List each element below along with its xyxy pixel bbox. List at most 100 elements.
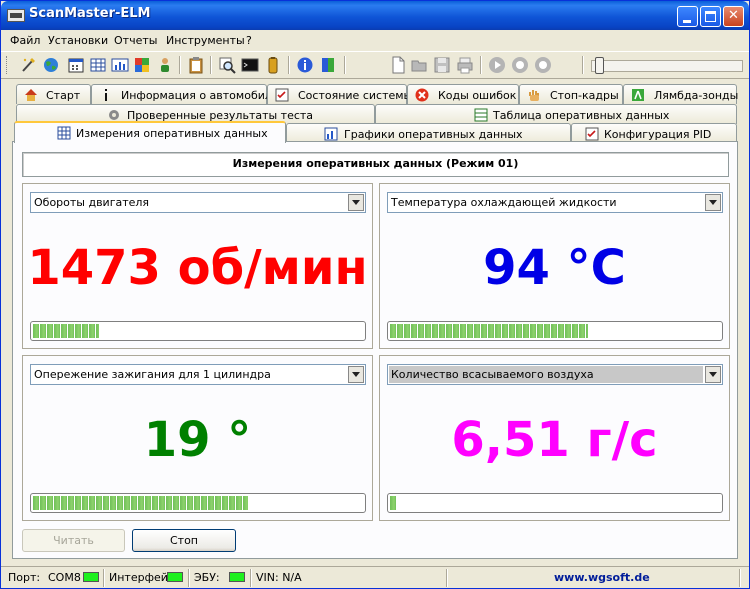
dictionary-icon[interactable] xyxy=(319,56,337,74)
tab-label: Лямбда-зонды xyxy=(654,89,739,102)
globe-icon[interactable] xyxy=(42,56,60,74)
pid-select[interactable]: Обороты двигателя xyxy=(30,192,366,213)
page-title: Измерения оперативных данных (Режим 01) xyxy=(22,152,729,177)
menu-tools[interactable]: Инструменты xyxy=(166,34,245,47)
tab-page-live-data: Измерения оперативных данных (Режим 01) … xyxy=(12,141,738,559)
save-icon[interactable] xyxy=(433,56,451,74)
tab-live-data-table[interactable]: Таблица оперативных данных xyxy=(375,104,737,124)
status-separator xyxy=(188,569,190,587)
tab-live-data-measurements[interactable]: Измерения оперативных данных xyxy=(14,121,286,143)
table-small-icon xyxy=(474,108,488,122)
new-file-icon[interactable] xyxy=(389,56,407,74)
port-label: Порт: xyxy=(8,571,41,584)
app-icon xyxy=(7,9,25,22)
window-title: ScanMaster-ELM xyxy=(29,6,151,21)
battery-icon[interactable] xyxy=(264,56,282,74)
status-separator xyxy=(446,569,448,587)
gauge-panel-timing: Опережение зажигания для 1 цилиндра 19 ° xyxy=(22,355,373,521)
tab-lambda-sensors[interactable]: Лямбда-зонды xyxy=(623,84,739,104)
ecu-status-led xyxy=(229,572,245,582)
chevron-down-icon[interactable] xyxy=(348,194,364,211)
pid-select-value: Обороты двигателя xyxy=(34,196,150,209)
gauge-value: 19 ° xyxy=(143,412,252,468)
tab-freeze-frames[interactable]: Стоп-кадры xyxy=(519,84,623,104)
toolbar-separator xyxy=(288,56,290,74)
terminal-icon[interactable] xyxy=(241,56,259,74)
chevron-down-icon[interactable] xyxy=(705,194,721,211)
website-link[interactable]: www.wgsoft.de xyxy=(554,571,650,584)
tab-label: Информация о автомобиле xyxy=(121,89,279,102)
close-button[interactable]: ✕ xyxy=(723,6,744,27)
toolbar-separator xyxy=(344,56,346,74)
speed-slider-thumb[interactable] xyxy=(595,57,604,74)
tab-label: Измерения оперативных данных xyxy=(76,127,268,140)
chevron-down-icon[interactable] xyxy=(705,366,721,383)
gauge-panel-maf: Количество всасываемого воздуха 6,51 г/с xyxy=(379,355,730,521)
status-bar: Порт: COM8 Интерфейс: ЭБУ: VIN: N/A www.… xyxy=(1,566,749,588)
chart-icon[interactable] xyxy=(111,56,129,74)
pid-select[interactable]: Опережение зажигания для 1 цилиндра xyxy=(30,364,366,385)
house-icon xyxy=(25,89,37,101)
calendar-icon[interactable] xyxy=(67,56,85,74)
tab-label: Конфигурация PID xyxy=(604,128,712,141)
maximize-button[interactable] xyxy=(700,6,721,27)
tab-label: Графики оперативных данных xyxy=(344,128,523,141)
gauge-level-fill xyxy=(390,324,588,338)
interface-status-led xyxy=(167,572,183,582)
flag-icon[interactable] xyxy=(133,56,151,74)
gauge-panel-coolant: Температура охлаждающей жидкости 94 °C xyxy=(379,183,730,349)
menu-help[interactable]: ? xyxy=(246,34,252,47)
error-icon xyxy=(415,88,429,102)
toolbar-separator xyxy=(582,56,584,74)
clipboard-icon[interactable] xyxy=(187,56,205,74)
gauge-level-bar xyxy=(387,493,723,513)
pause-icon[interactable] xyxy=(511,56,529,74)
gauge-value: 94 °C xyxy=(483,240,626,296)
menu-reports[interactable]: Отчеты xyxy=(114,34,157,47)
status-separator xyxy=(250,569,252,587)
pid-select[interactable]: Количество всасываемого воздуха xyxy=(387,364,723,385)
toolbar-separator xyxy=(179,56,181,74)
read-button[interactable]: Читать xyxy=(22,529,125,552)
wizard-icon[interactable] xyxy=(20,56,38,74)
open-folder-icon[interactable] xyxy=(411,56,429,74)
menu-file[interactable]: Файл xyxy=(10,34,40,47)
tab-pid-config[interactable]: Конфигурация PID xyxy=(571,123,737,143)
pid-select-value: Температура охлаждающей жидкости xyxy=(391,196,617,209)
info-icon[interactable] xyxy=(296,56,314,74)
stop-icon[interactable] xyxy=(534,56,552,74)
play-icon[interactable] xyxy=(488,56,506,74)
gauge-level-fill xyxy=(33,324,99,338)
pid-select[interactable]: Температура охлаждающей жидкости xyxy=(387,192,723,213)
table-icon[interactable] xyxy=(89,56,107,74)
person-icon[interactable] xyxy=(156,56,174,74)
magnifier-icon[interactable] xyxy=(218,56,236,74)
gear-icon xyxy=(109,110,119,120)
tab-label: Старт xyxy=(46,89,81,102)
tab-label: Таблица оперативных данных xyxy=(493,109,670,122)
minimize-icon xyxy=(683,20,691,23)
toolbar-grip[interactable] xyxy=(6,56,9,74)
app-window: ScanMaster-ELM ✕ Файл Установки Отчеты И… xyxy=(0,0,750,589)
chevron-down-icon[interactable] xyxy=(348,366,364,383)
gauge-level-bar xyxy=(387,321,723,341)
pid-select-value: Количество всасываемого воздуха xyxy=(389,366,703,383)
gauge-level-bar xyxy=(30,321,366,341)
print-icon[interactable] xyxy=(456,56,474,74)
menu-settings[interactable]: Установки xyxy=(48,34,108,47)
title-bar[interactable]: ScanMaster-ELM ✕ xyxy=(1,1,749,30)
gauge-level-fill xyxy=(33,496,248,510)
tab-start[interactable]: Старт xyxy=(16,84,91,104)
tab-label: Коды ошибок xyxy=(438,89,517,102)
stop-button[interactable]: Стоп xyxy=(132,529,236,552)
speed-slider-track[interactable] xyxy=(591,60,743,72)
tab-system-status[interactable]: Состояние системы xyxy=(267,84,412,104)
tab-error-codes[interactable]: Коды ошибок xyxy=(407,84,519,104)
tab-live-data-graphs[interactable]: Графики оперативных данных xyxy=(286,123,571,143)
ecu-label: ЭБУ: xyxy=(194,571,220,584)
minimize-button[interactable] xyxy=(677,6,698,27)
tab-vehicle-info[interactable]: Информация о автомобиле xyxy=(91,84,279,104)
close-icon: ✕ xyxy=(728,8,739,23)
toolbar-separator xyxy=(480,56,482,74)
tab-label: Состояние системы xyxy=(298,89,413,102)
